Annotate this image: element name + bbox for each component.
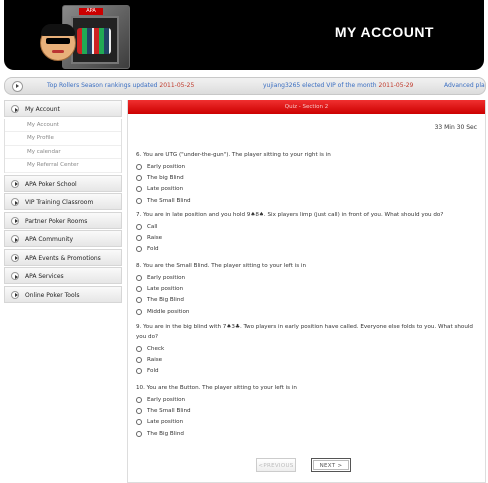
answer-option[interactable]: Early position [136,272,474,283]
radio-button[interactable] [136,186,142,193]
radio-button[interactable] [136,356,142,363]
answer-option[interactable]: Raise [136,232,474,243]
radio-button[interactable] [136,234,142,241]
answer-option[interactable]: Fold [136,366,474,377]
radio-button[interactable] [136,274,142,281]
answer-option[interactable]: The Big Blind [136,428,474,439]
quiz-timer: 33 Min 30 Sec [434,124,477,131]
answer-option[interactable]: Late position [136,184,474,195]
arrow-bullet-icon [11,216,19,225]
question: 7. You are in late position and you hold… [136,210,474,255]
sidebar-item-vip-training[interactable]: VIP Training Classroom [4,193,122,210]
question-text: 8. You are the Small Blind. The player s… [136,263,306,269]
arrow-bullet-icon [11,290,19,299]
ticker-item[interactable]: Top Rollers Season rankings updated 2011… [47,78,194,94]
radio-button[interactable] [136,368,142,375]
answer-option[interactable]: Fold [136,244,474,255]
question: 6. You are UTG ("under-the-gun"). The pl… [136,150,474,206]
safe-tag: APA [79,8,103,15]
answer-option[interactable]: Middle position [136,306,474,317]
radio-button[interactable] [136,396,142,403]
sidebar-item-my-account[interactable]: My Account [4,100,122,117]
answer-option[interactable]: Early position [136,394,474,405]
answer-option[interactable]: The Small Blind [136,405,474,416]
answer-option[interactable]: Call [136,221,474,232]
question: 9. You are in the big blind with 7♠3♣. T… [136,322,474,377]
radio-button[interactable] [136,308,142,315]
sidebar-item-community[interactable]: APA Community [4,230,122,247]
question: 8. You are the Small Blind. The player s… [136,261,474,317]
arrow-bullet-icon [11,105,19,113]
radio-button[interactable] [136,246,142,253]
radio-button[interactable] [136,285,142,292]
news-ticker: Top Rollers Season rankings updated 2011… [4,77,486,95]
question-text: 9. You are in the big blind with 7♠3♣. T… [136,324,473,340]
page-title: MY ACCOUNT [334,24,434,40]
answer-option[interactable]: Check [136,343,474,354]
question: 10. You are the Button. The player sitti… [136,383,474,439]
question-text: 6. You are UTG ("under-the-gun"). The pl… [136,152,331,158]
question-text: 10. You are the Button. The player sitti… [136,385,297,391]
submenu-item-my-calendar[interactable]: My calendar [5,146,121,159]
next-button[interactable]: NEXT > [311,458,351,472]
arrow-bullet-icon [11,235,19,243]
submenu-item-referral-center[interactable]: My Referral Center [5,159,121,173]
sidebar-item-events[interactable]: APA Events & Promotions [4,248,122,266]
answer-option[interactable]: The big Blind [136,172,474,183]
sidebar-item-partner-rooms[interactable]: Partner Poker Rooms [4,211,122,229]
answer-option[interactable]: Raise [136,354,474,365]
radio-button[interactable] [136,297,142,304]
radio-button[interactable] [136,345,142,352]
ticker-arrow-icon[interactable] [12,81,23,92]
answer-option[interactable]: The Big Blind [136,295,474,306]
answer-option[interactable]: Early position [136,161,474,172]
radio-button[interactable] [136,174,142,181]
submenu-item-my-account[interactable]: My Account [5,119,121,132]
answer-option[interactable]: Late position [136,283,474,294]
sidebar-submenu: My Account My Profile My calendar My Ref… [4,118,122,173]
arrow-bullet-icon [11,198,19,206]
quiz-section-bar: Quiz - Section 2 [128,100,485,114]
submenu-item-my-profile[interactable]: My Profile [5,132,121,146]
quiz-panel: Quiz - Section 2 33 Min 30 Sec 6. You ar… [127,100,486,483]
radio-button[interactable] [136,407,142,414]
radio-button[interactable] [136,419,142,426]
answer-option[interactable]: The Small Blind [136,195,474,206]
radio-button[interactable] [136,430,142,437]
ticker-item[interactable]: Advanced pla [444,78,485,94]
radio-button[interactable] [136,163,142,170]
arrow-bullet-icon [11,253,19,262]
radio-button[interactable] [136,223,142,230]
arrow-bullet-icon [11,179,19,188]
site-header: APA MY ACCOUNT [4,0,484,70]
question-text: 7. You are in late position and you hold… [136,212,444,218]
arrow-bullet-icon [11,272,19,280]
sidebar: My Account My Account My Profile My cale… [4,100,122,304]
previous-button[interactable]: <PREVIOUS [256,458,296,472]
ticker-item[interactable]: yujiang3265 elected VIP of the month 201… [263,78,413,94]
sidebar-item-services[interactable]: APA Services [4,267,122,284]
sidebar-item-poker-tools[interactable]: Online Poker Tools [4,285,122,303]
sidebar-item-poker-school[interactable]: APA Poker School [4,174,122,192]
poker-chips-icon [77,28,111,54]
mascot-icon [40,24,76,61]
answer-option[interactable]: Late position [136,417,474,428]
radio-button[interactable] [136,197,142,204]
